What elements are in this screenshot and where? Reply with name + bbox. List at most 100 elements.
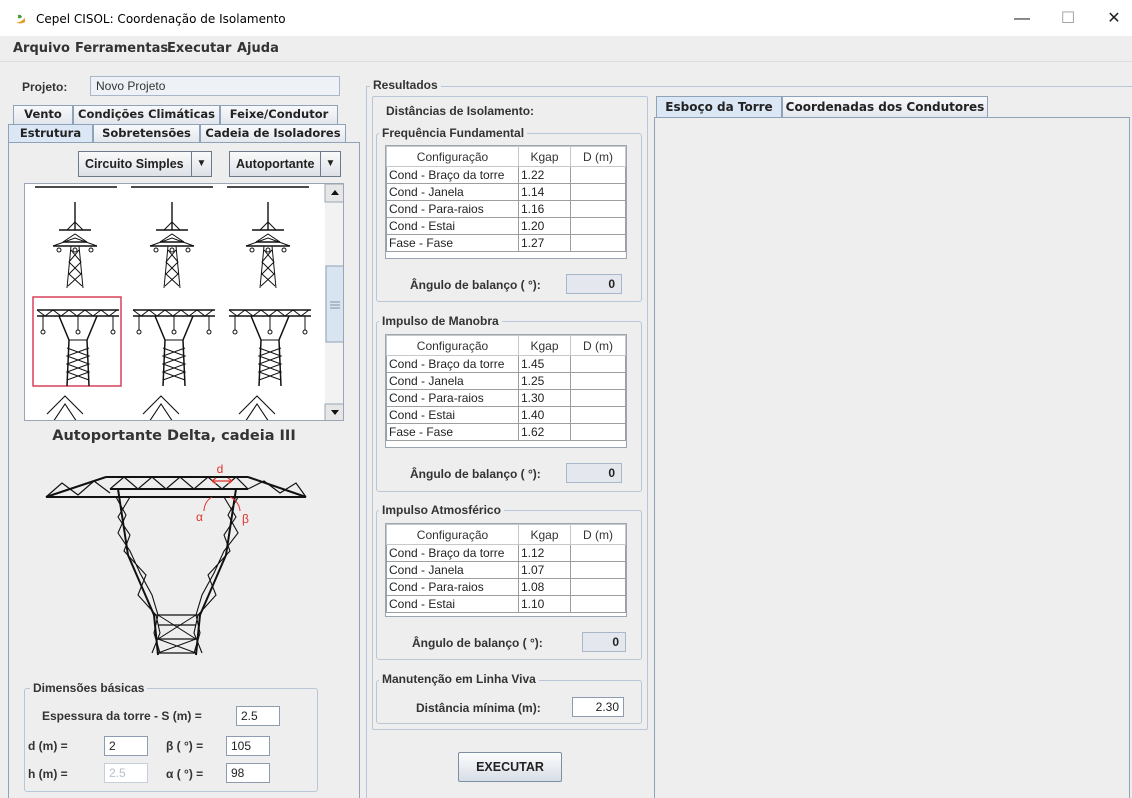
h-label: h (m) = [28,767,68,781]
results-title: Resultados [370,78,441,92]
cell-kgap: 1.10 [518,595,571,613]
manobra-angle-value: 0 [566,463,622,483]
atmosferico-table-frame: Configuração Kgap D (m) Cond - Braço da to… [385,523,627,617]
beta-label: β ( °) = [166,739,204,753]
freq-table-frame: Configuração Kgap D (m) Cond - Braço da to… [385,145,627,259]
atmosferico-title: Impulso Atmosférico [379,503,504,517]
table-row[interactable]: Cond - Para-raios 1.16 [386,200,626,218]
cell-d [570,595,626,613]
table-row[interactable]: Cond - Para-raios 1.08 [386,578,626,596]
table-row[interactable]: Cond - Braço da torre 1.12 [386,544,626,562]
circuit-combo-value: Circuito Simples [85,157,184,171]
tower-sketch-canvas[interactable] [654,117,1130,798]
tab-estrutura[interactable]: Estrutura [8,124,93,143]
execute-button[interactable]: EXECUTAR [458,752,562,782]
alpha-input[interactable]: 98 [226,763,270,783]
freq-title: Frequência Fundamental [379,126,528,140]
close-button[interactable]: ✕ [1094,6,1132,32]
table-row[interactable]: Cond - Janela 1.07 [386,561,626,579]
d-input[interactable]: 2 [104,736,148,756]
col-kgap[interactable]: Kgap [518,146,571,167]
cell-d [570,389,626,407]
cell-config: Cond - Braço da torre [386,166,519,184]
tab-feixe-condutor[interactable]: Feixe/Condutor [220,105,338,124]
table-row[interactable]: Cond - Braço da torre 1.45 [386,355,626,373]
basic-dimensions-title: Dimensões básicas [30,681,148,695]
cell-config: Fase - Fase [386,423,519,441]
table-row[interactable]: Fase - Fase 1.27 [386,234,626,252]
cell-d [570,183,626,201]
thickness-label: Espessura da torre - S (m) = [42,709,202,723]
col-configuracao[interactable]: Configuração [386,146,519,167]
menu-ajuda[interactable]: Ajuda [237,41,279,56]
cell-kgap: 1.27 [518,234,571,252]
col-d[interactable]: D (m) [570,335,626,356]
tab-vento[interactable]: Vento [13,105,73,124]
table-row[interactable]: Cond - Para-raios 1.30 [386,389,626,407]
cell-config: Cond - Janela [386,372,519,390]
col-kgap[interactable]: Kgap [518,524,571,545]
cell-d [570,578,626,596]
diagram-label-beta: β [242,512,249,526]
tab-cadeia-isoladores[interactable]: Cadeia de Isoladores [200,124,346,143]
cell-d [570,372,626,390]
project-label: Projeto: [22,80,68,94]
col-configuracao[interactable]: Configuração [386,335,519,356]
cell-d [570,355,626,373]
table-row[interactable]: Cond - Janela 1.14 [386,183,626,201]
min-distance-value: 2.30 [572,697,624,717]
cell-kgap: 1.14 [518,183,571,201]
min-distance-label: Distância mínima (m): [416,701,541,715]
cell-config: Cond - Braço da torre [386,544,519,562]
tab-coordenadas-condutores[interactable]: Coordenadas dos Condutores [782,96,988,118]
selected-structure-name: Autoportante Delta, cadeia III [52,428,296,444]
table-row[interactable]: Cond - Braço da torre 1.22 [386,166,626,184]
cell-config: Cond - Braço da torre [386,355,519,373]
col-d[interactable]: D (m) [570,146,626,167]
cell-config: Fase - Fase [386,234,519,252]
col-configuracao[interactable]: Configuração [386,524,519,545]
chevron-down-icon[interactable]: ▼ [191,152,211,176]
diagram-label-d: d [217,462,224,476]
tab-condicoes-climaticas[interactable]: Condições Climáticas [73,105,220,124]
h-input[interactable]: 2.5 [104,763,148,783]
cell-config: Cond - Estai [386,595,519,613]
tab-esboco-torre[interactable]: Esboço da Torre [656,96,782,118]
minimize-button[interactable]: — [1002,6,1042,32]
tab-sobretensoes[interactable]: Sobretensões [93,124,200,143]
alpha-label: α ( °) = [166,767,204,781]
table-row[interactable]: Cond - Estai 1.20 [386,217,626,235]
col-kgap[interactable]: Kgap [518,335,571,356]
cell-config: Cond - Para-raios [386,200,519,218]
thickness-input[interactable]: 2.5 [236,706,280,726]
distances-subtitle: Distâncias de Isolamento: [386,104,535,118]
cell-kgap: 1.62 [518,423,571,441]
table-row[interactable]: Cond - Janela 1.25 [386,372,626,390]
atmosferico-angle-value: 0 [582,632,626,652]
cell-kgap: 1.40 [518,406,571,424]
table-row[interactable]: Fase - Fase 1.62 [386,423,626,441]
table-row[interactable]: Cond - Estai 1.10 [386,595,626,613]
cell-d [570,423,626,441]
cell-kgap: 1.12 [518,544,571,562]
menu-arquivo[interactable]: Arquivo [13,41,70,56]
cell-config: Cond - Estai [386,406,519,424]
cell-d [570,217,626,235]
chevron-down-icon[interactable]: ▼ [320,152,340,176]
maximize-button[interactable]: ☐ [1048,6,1088,32]
structure-thumbnails[interactable] [25,184,344,421]
menu-executar[interactable]: Executar [167,41,231,56]
cell-kgap: 1.22 [518,166,571,184]
atmosferico-angle-label: Ângulo de balanço ( °): [412,636,543,650]
beta-input[interactable]: 105 [226,736,270,756]
menu-ferramentas[interactable]: Ferramentas [75,41,168,56]
freq-angle-label: Ângulo de balanço ( °): [410,278,541,292]
circuit-combo[interactable]: Circuito Simples ▼ [78,151,212,177]
col-d[interactable]: D (m) [570,524,626,545]
cell-d [570,200,626,218]
type-combo[interactable]: Autoportante ▼ [229,151,341,177]
table-row[interactable]: Cond - Estai 1.40 [386,406,626,424]
cell-kgap: 1.20 [518,217,571,235]
project-name-field[interactable]: Novo Projeto [90,76,340,96]
cell-kgap: 1.45 [518,355,571,373]
